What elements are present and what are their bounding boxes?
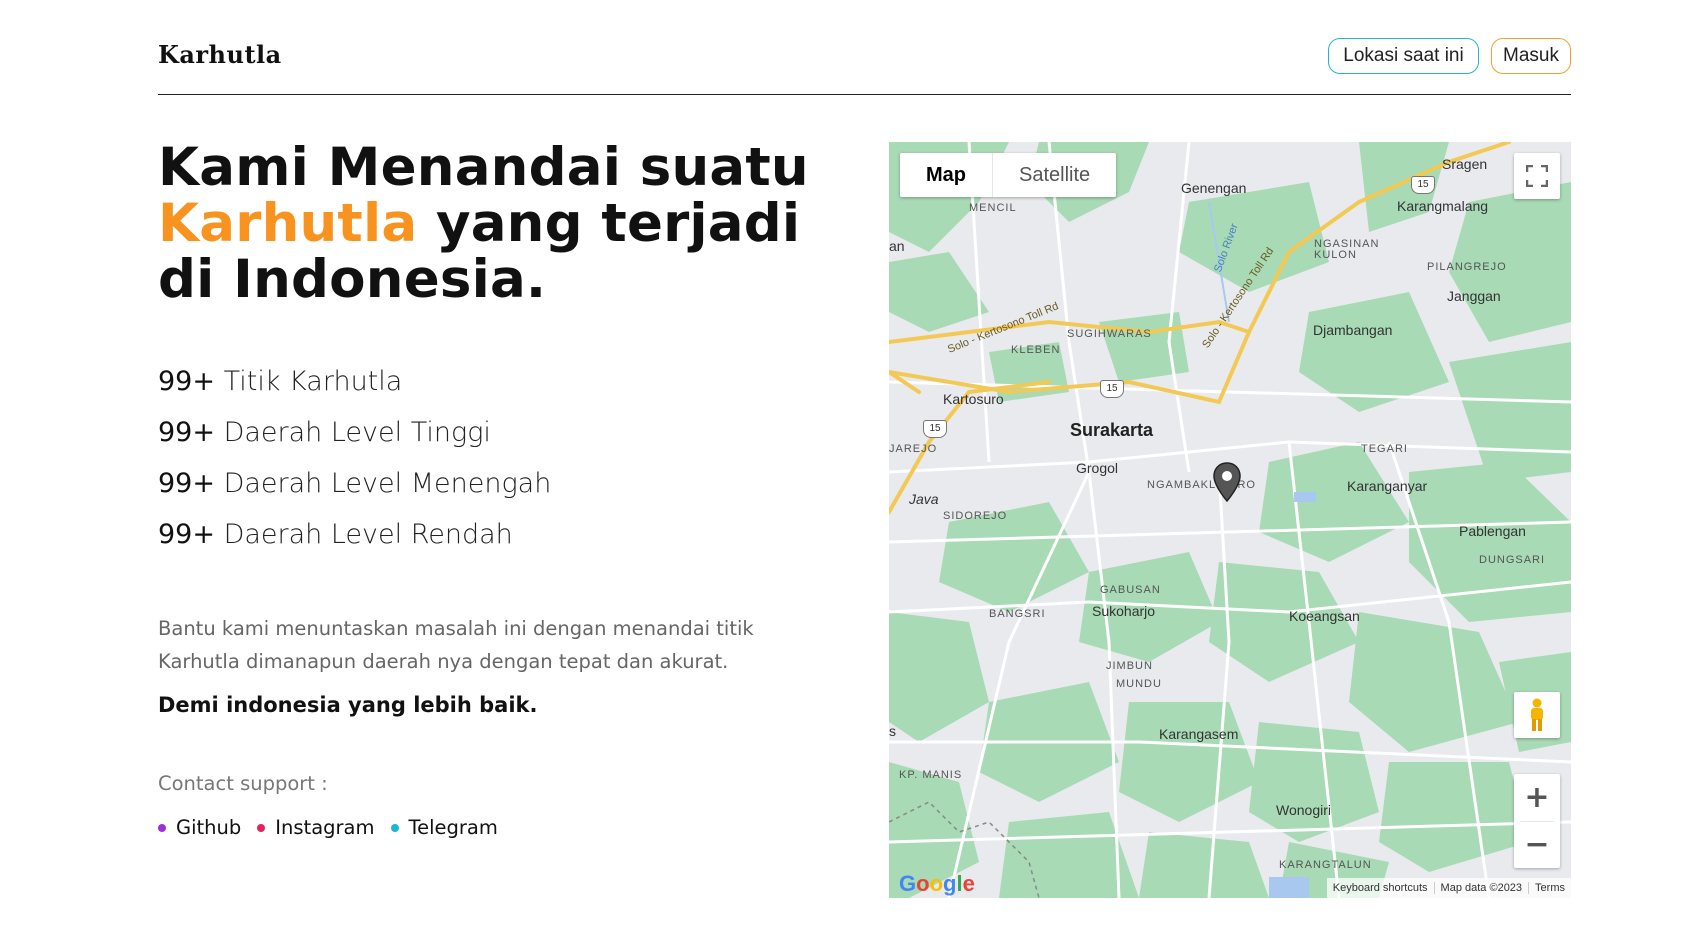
highway-shield-icon: 15 [923, 420, 947, 438]
site-logo[interactable]: Karhutla [158, 40, 282, 69]
map-label-jarejo: JAREJO [889, 443, 938, 455]
map-view[interactable]: Sragen Genengan Karangmalang MENCIL NGAS… [889, 142, 1571, 898]
terms-link[interactable]: Terms [1528, 882, 1571, 894]
map-label-janggan: Janggan [1447, 288, 1501, 304]
map-label-tegari: TEGARI [1361, 443, 1408, 455]
map-label-bangsri: BANGSRI [989, 608, 1046, 620]
stat-item: 99+ Titik Karhutla [158, 366, 551, 417]
map-label-edge-an: an [889, 238, 905, 254]
stat-label: Daerah Level Rendah [223, 519, 513, 550]
stat-item: 99+ Daerah Level Tinggi [158, 417, 551, 468]
stat-label: Titik Karhutla [223, 366, 403, 397]
social-links: Github Instagram Telegram [158, 816, 514, 839]
map-attribution-bar: Keyboard shortcuts Map data ©2023 Terms [1326, 878, 1571, 898]
zoom-out-button[interactable]: − [1514, 821, 1560, 868]
stat-count: 99+ [158, 519, 215, 550]
stat-count: 99+ [158, 468, 215, 499]
site-header: Karhutla Lokasi saat ini Masuk [158, 34, 1571, 95]
map-label-sugihwaras: SUGIHWARAS [1067, 328, 1152, 340]
map-type-map-button[interactable]: Map [900, 153, 993, 197]
map-label-wonogiri: Wonogiri [1276, 802, 1331, 818]
map-label-sidorejo: SIDOREJO [943, 510, 1008, 522]
fullscreen-button[interactable] [1514, 153, 1560, 199]
map-label-gabusan: GABUSAN [1100, 584, 1161, 596]
map-label-kartosuro: Kartosuro [943, 391, 1004, 407]
map-label-surakarta: Surakarta [1070, 420, 1154, 440]
stat-count: 99+ [158, 417, 215, 448]
description: Bantu kami menuntaskan masalah ini denga… [158, 617, 754, 673]
zoom-control: + − [1514, 774, 1560, 868]
instagram-dot-icon [257, 823, 266, 832]
pegman-icon [1531, 698, 1543, 731]
street-view-pegman-button[interactable] [1514, 692, 1560, 738]
map-label-mencil: MENCIL [969, 202, 1017, 214]
map-label-karangtalun: KARANGTALUN [1279, 859, 1372, 871]
map-label-ngasinan-kulon: NGASINAN KULON [1314, 238, 1380, 261]
map-label-dungsari: DUNGSARI [1479, 554, 1546, 566]
map-label-pablengan: Pablengan [1459, 523, 1526, 539]
stats-list: 99+ Titik Karhutla 99+ Daerah Level Ting… [158, 366, 551, 570]
map-label-edge-s: s [889, 723, 896, 739]
map-label-grogol: Grogol [1076, 460, 1119, 476]
keyboard-shortcuts-link[interactable]: Keyboard shortcuts [1327, 882, 1434, 894]
map-label-kleben: KLEBEN [1011, 344, 1061, 356]
map-label-jimbun: JIMBUN [1106, 660, 1153, 672]
github-link[interactable]: Github [158, 816, 241, 839]
map-label-pilangrejo: PILANGREJO [1427, 261, 1507, 273]
map-label-karangasem: Karangasem [1159, 726, 1239, 742]
telegram-link[interactable]: Telegram [390, 816, 498, 839]
current-location-button[interactable]: Lokasi saat ini [1328, 38, 1479, 74]
map-label-karangmalang: Karangmalang [1397, 198, 1489, 214]
map-label-genengan: Genengan [1181, 180, 1247, 196]
map-type-control: Map Satellite [900, 153, 1117, 197]
location-marker-icon[interactable] [1213, 462, 1241, 502]
highway-shield-icon: 15 [1411, 176, 1435, 194]
page: Karhutla Lokasi saat ini Masuk Kami Mena… [0, 0, 1700, 928]
tagline: Demi indonesia yang lebih baik. [158, 693, 538, 717]
map-label-kp-manis: KP. MANIS [899, 769, 963, 781]
stat-label: Daerah Level Tinggi [223, 417, 491, 448]
instagram-label: Instagram [275, 816, 375, 839]
google-logo[interactable]: Google [899, 871, 975, 897]
map-type-satellite-button[interactable]: Satellite [993, 153, 1116, 197]
telegram-label: Telegram [408, 816, 498, 839]
hero-title: Kami Menandai suatu Karhutla yang terjad… [158, 140, 858, 308]
stat-item: 99+ Daerah Level Menengah [158, 468, 551, 519]
map-label-koeangsan: Koeangsan [1289, 608, 1360, 624]
stat-count: 99+ [158, 366, 215, 397]
map-label-mundu: MUNDU [1116, 678, 1162, 690]
hero-title-accent: Karhutla [158, 193, 418, 254]
telegram-dot-icon [390, 823, 399, 832]
github-dot-icon [158, 823, 166, 832]
stat-item: 99+ Daerah Level Rendah [158, 519, 551, 570]
map-label-sragen: Sragen [1442, 156, 1488, 172]
highway-shield-icon: 15 [1100, 380, 1124, 398]
map-label-sukoharjo: Sukoharjo [1092, 603, 1156, 619]
instagram-link[interactable]: Instagram [257, 816, 375, 839]
map-data-label: Map data ©2023 [1433, 882, 1529, 894]
map-label-djambangan: Djambangan [1313, 322, 1393, 338]
contact-label: Contact support : [158, 772, 328, 795]
login-button[interactable]: Masuk [1491, 38, 1571, 74]
stat-label: Daerah Level Menengah [223, 468, 552, 499]
fullscreen-icon [1526, 165, 1548, 187]
map-label-java: Java [909, 491, 939, 507]
hero-title-part1: Kami Menandai suatu [158, 137, 809, 198]
map-label-karanganyar: Karanganyar [1347, 478, 1428, 494]
github-label: Github [176, 816, 242, 839]
zoom-in-button[interactable]: + [1514, 774, 1560, 821]
